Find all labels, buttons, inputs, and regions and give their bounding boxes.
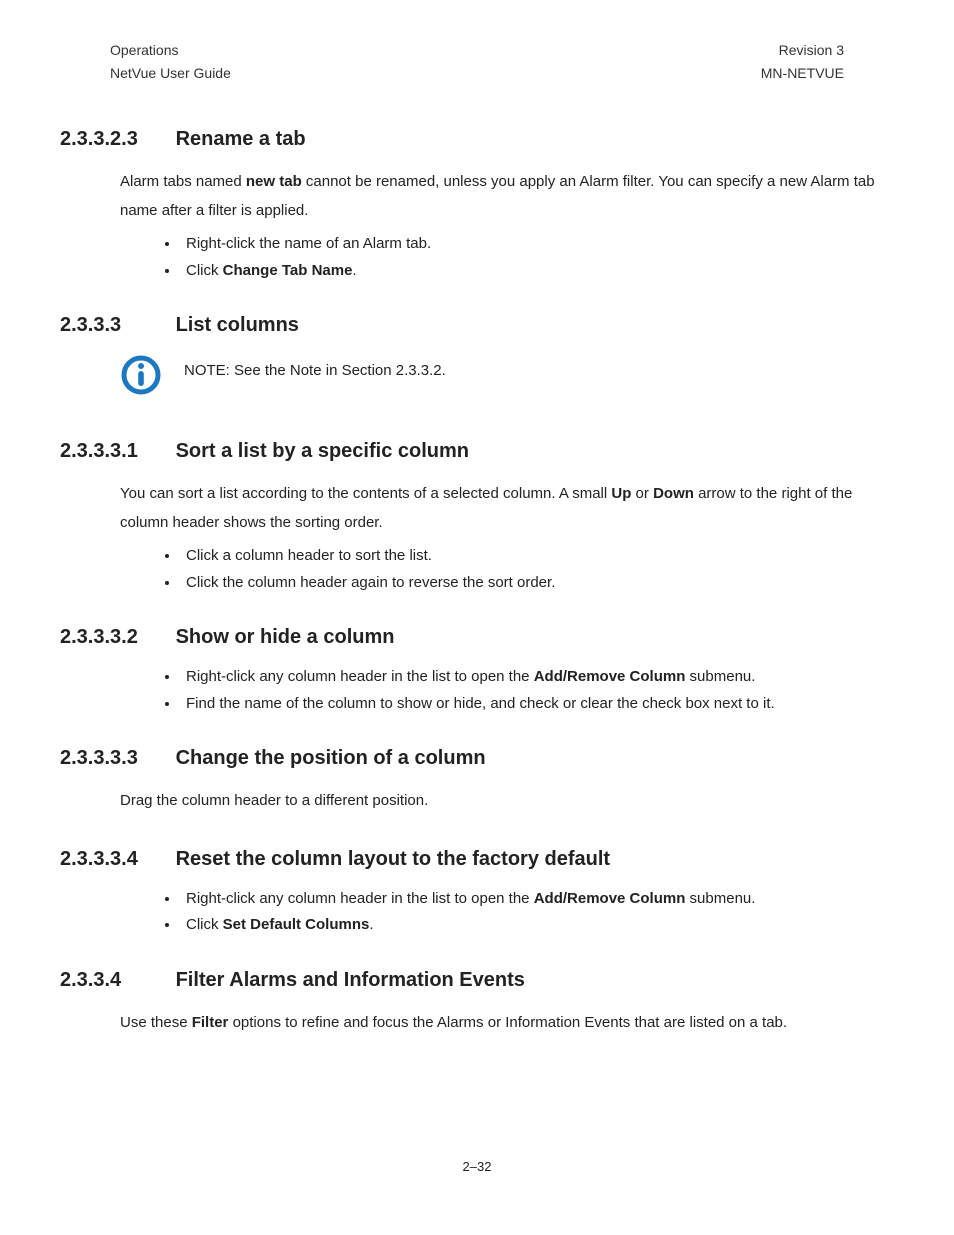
bullet-list: Right-click any column header in the lis… [150,888,894,937]
heading-title: Show or hide a column [176,626,395,648]
bold-text: Down [653,485,694,502]
paragraph: Use these Filter options to refine and f… [120,1009,894,1038]
heading-number: 2.3.3.4 [60,965,170,995]
heading-list-columns: 2.3.3.3 List columns [60,310,894,340]
heading-number: 2.3.3.3.2 [60,622,170,652]
heading-title: List columns [176,314,299,336]
bold-text: Add/Remove Column [534,890,686,907]
heading-number: 2.3.3.2.3 [60,124,170,154]
list-item: Click Set Default Columns. [180,914,894,937]
heading-title: Sort a list by a specific column [176,440,469,462]
text-run: You can sort a list according to the con… [120,485,611,502]
page-number: 2–32 [60,1157,894,1177]
text-run: Click [186,916,223,933]
text-run: Click [186,262,223,279]
paragraph: Alarm tabs named new tab cannot be renam… [120,168,894,225]
bold-text: Up [611,485,631,502]
info-icon [120,354,170,396]
text-run: options to refine and focus the Alarms o… [228,1014,787,1031]
heading-number: 2.3.3.3.3 [60,743,170,773]
bullet-list: Right-click any column header in the lis… [150,666,894,715]
text-run: or [631,485,653,502]
paragraph: Drag the column header to a different po… [120,787,894,816]
list-item: Click the column header again to reverse… [180,572,894,595]
page-header: Operations Revision 3 NetVue User Guide … [60,40,894,84]
bold-text: Set Default Columns [223,916,370,933]
header-right-1: Revision 3 [779,40,844,61]
text-run: Right-click any column header in the lis… [186,890,534,907]
list-item: Right-click any column header in the lis… [180,666,894,689]
heading-title: Change the position of a column [176,747,486,769]
heading-title: Filter Alarms and Information Events [176,969,525,991]
bold-text: Filter [192,1014,229,1031]
list-item: Click a column header to sort the list. [180,545,894,568]
heading-sort-list: 2.3.3.3.1 Sort a list by a specific colu… [60,436,894,466]
text-run: . [352,262,356,279]
heading-title: Rename a tab [176,128,306,150]
heading-number: 2.3.3.3 [60,310,170,340]
heading-filter-alarms: 2.3.3.4 Filter Alarms and Information Ev… [60,965,894,995]
bold-text: new tab [246,173,302,190]
text-run: submenu. [685,668,755,685]
bold-text: Add/Remove Column [534,668,686,685]
list-item: Click Change Tab Name. [180,260,894,283]
text-run: submenu. [685,890,755,907]
text-run: . [369,916,373,933]
header-right-2: MN-NETVUE [761,63,844,84]
heading-number: 2.3.3.3.4 [60,844,170,874]
note-block: NOTE: See the Note in Section 2.3.3.2. [120,354,894,396]
list-item: Find the name of the column to show or h… [180,693,894,716]
heading-show-hide-column: 2.3.3.3.2 Show or hide a column [60,622,894,652]
paragraph: You can sort a list according to the con… [120,480,894,537]
note-text: NOTE: See the Note in Section 2.3.3.2. [184,354,446,383]
heading-reset-layout: 2.3.3.3.4 Reset the column layout to the… [60,844,894,874]
heading-change-position: 2.3.3.3.3 Change the position of a colum… [60,743,894,773]
heading-rename-tab: 2.3.3.2.3 Rename a tab [60,124,894,154]
bullet-list: Right-click the name of an Alarm tab. Cl… [150,233,894,282]
header-left-1: Operations [110,40,178,61]
text-run: Right-click any column header in the lis… [186,668,534,685]
bullet-list: Click a column header to sort the list. … [150,545,894,594]
text-run: Use these [120,1014,192,1031]
heading-title: Reset the column layout to the factory d… [176,848,611,870]
bold-text: Change Tab Name [223,262,353,279]
list-item: Right-click the name of an Alarm tab. [180,233,894,256]
list-item: Right-click any column header in the lis… [180,888,894,911]
header-left-2: NetVue User Guide [110,63,231,84]
heading-number: 2.3.3.3.1 [60,436,170,466]
text-run: Alarm tabs named [120,173,246,190]
